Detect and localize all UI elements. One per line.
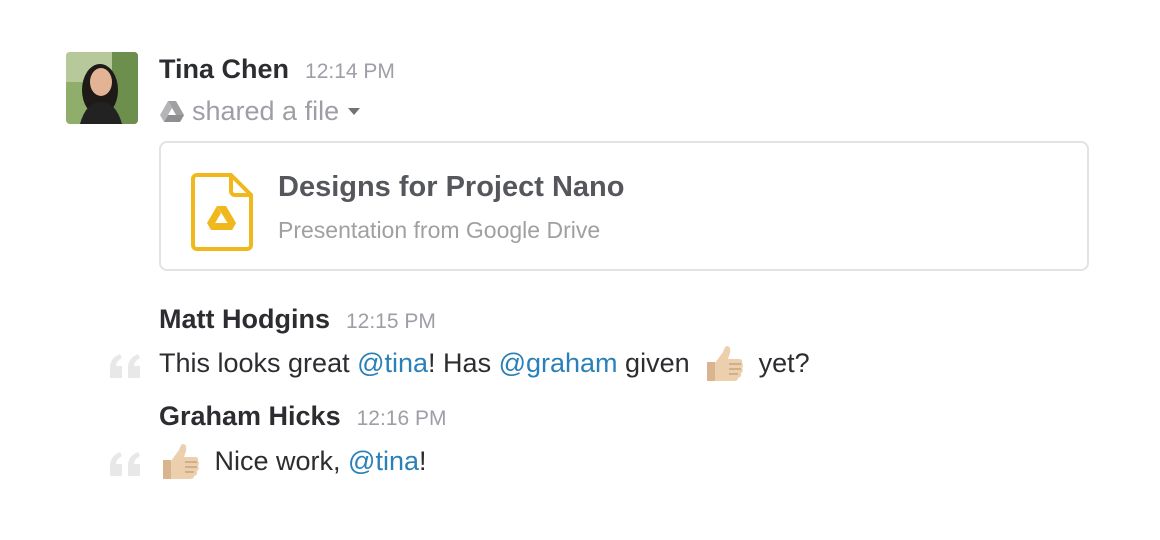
message-header: Graham Hicks 12:16 PM (159, 401, 446, 432)
message-header: Matt Hodgins 12:15 PM (159, 304, 436, 335)
message-text-part: Nice work, (207, 445, 349, 476)
message-text-part: ! Has (428, 347, 499, 378)
message-text-part: given (617, 347, 698, 378)
timestamp[interactable]: 12:14 PM (305, 60, 395, 84)
author-name[interactable]: Matt Hodgins (159, 304, 330, 335)
mention-link[interactable]: @graham (499, 348, 618, 379)
file-subtitle: Presentation from Google Drive (278, 217, 601, 243)
quote-icon[interactable] (108, 450, 144, 478)
author-name[interactable]: Graham Hicks (159, 401, 341, 432)
message-text: This looks great @tina ! Has @graham giv… (159, 342, 810, 384)
message-text-part: ! (418, 445, 427, 476)
shared-file-line[interactable]: shared a file (159, 96, 361, 127)
message-text-part: yet? (751, 347, 810, 378)
avatar-image (66, 52, 138, 124)
mention-link[interactable]: @tina (348, 446, 419, 477)
message-header: Tina Chen 12:14 PM (159, 54, 395, 85)
mention-link[interactable]: @tina (357, 348, 428, 379)
avatar[interactable] (66, 52, 138, 124)
message-text: Nice work, @tina ! (159, 440, 427, 482)
file-title[interactable]: Designs for Project Nano (278, 171, 624, 204)
shared-file-label: shared a file (192, 96, 340, 126)
thumbs-up-emoji (707, 346, 744, 381)
author-name[interactable]: Tina Chen (159, 54, 289, 85)
file-attachment-card[interactable]: Designs for Project Nano Presentation fr… (159, 141, 1089, 271)
google-drive-icon (160, 100, 184, 122)
timestamp[interactable]: 12:15 PM (346, 310, 436, 334)
timestamp[interactable]: 12:16 PM (357, 407, 447, 431)
file-presentation-icon (191, 173, 253, 251)
thumbs-up-emoji (163, 444, 199, 479)
message-text-part: This looks great (159, 347, 358, 378)
quote-icon[interactable] (108, 352, 144, 380)
caret-down-icon[interactable] (348, 108, 361, 115)
